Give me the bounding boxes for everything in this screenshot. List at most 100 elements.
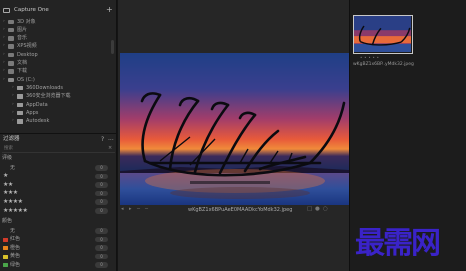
color-filter-row[interactable]: 无0 [0,227,117,235]
watermark-logo: 最需网 [355,226,441,261]
expand-arrow-icon[interactable]: › [3,36,5,41]
prev-icon[interactable]: ◂ [121,207,124,212]
color-filter-row[interactable]: 橙色 0 [0,244,117,252]
folder-icon [17,119,23,124]
folder-tree-item[interactable]: › Autodesk [0,118,110,126]
filter-count-badge: 0 [95,228,108,234]
expand-arrow-icon[interactable]: › [12,102,14,108]
folder-tree-item[interactable]: › 360Downloads [0,84,110,92]
folder-tree-item[interactable]: › 下载 [0,68,110,76]
folder-tree-item[interactable]: › Desktop [0,51,110,59]
filter-count-badge: 0 [95,236,108,243]
clear-search-icon[interactable]: × [108,146,112,151]
left-panel: Capture One + › 3D 对象 › 图片 › 音乐 › XPS视频 › Desktop… [0,0,117,271]
rating-filter-row[interactable]: ★★★★★ 0 [0,207,117,215]
filter-count-badge: 0 [95,182,108,188]
folder-tree-label: XPS视频 [17,43,37,50]
rating-filter-row[interactable]: 无0 [0,164,117,172]
library-scrollbar[interactable] [111,40,114,54]
rating-section-label: 评级 [2,155,13,161]
folder-tree-label: Desktop [17,51,38,58]
folder-tree-label: 下载 [17,68,28,75]
color-filter-label: 无 [10,227,16,234]
rating-filter-row[interactable]: ★★★ 0 [0,190,117,198]
folder-tree-label: 图片 [17,26,28,33]
expand-arrow-icon[interactable]: › [12,94,14,99]
folder-tree-label: Autodesk [26,118,50,125]
filter-header: 过滤器 ? ... [0,135,117,144]
folder-tree-item[interactable]: › AppData [0,101,110,109]
folder-tree-item[interactable]: › 音乐 [0,35,110,43]
next-icon[interactable]: ▸ [129,207,132,212]
frame-icon[interactable]: □ [307,206,312,213]
color-filter-label: 黄色 [10,253,21,260]
folder-tree-item[interactable]: › 360安全浏览器下载 [0,93,110,101]
filter-count-badge: 0 [95,199,108,205]
folder-tree-item[interactable]: › 文档 [0,60,110,68]
thumbnail-filename: wKgBZ1x6BP..yMdk32.jpeg [353,62,414,67]
filter-count-badge: 0 [95,165,108,171]
expand-arrow-icon[interactable]: › [12,110,14,116]
filter-count-badge: 0 [95,245,108,251]
document-icon [8,61,14,66]
star-rating-icon: ★ [3,172,8,180]
color-swatch-icon [3,254,8,259]
folder-tree-item[interactable]: › 3D 对象 [0,18,110,26]
color-section-label: 颜色 [2,218,13,224]
color-filter-row[interactable]: 黄色 0 [0,253,117,261]
expand-arrow-icon[interactable]: › [3,44,5,49]
folder-icon [17,110,23,116]
expand-arrow-icon[interactable]: › [3,69,5,74]
search-placeholder: 搜索 [4,146,13,151]
expand-arrow-icon[interactable]: › [3,19,5,25]
folder-tree-label: 360安全浏览器下载 [26,93,71,100]
circle-icon[interactable]: ○ [323,206,328,213]
help-button[interactable]: ? [101,136,104,143]
thumbnail-rating[interactable]: ••••• [360,56,381,60]
thumbnail[interactable] [353,15,413,54]
folder-tree-item[interactable]: › 图片 [0,26,110,34]
filter-search[interactable]: 搜索 × [2,146,115,153]
viewer-toolbar: ◂ ▸ ─ ─ wKgBZ1x6BPuAeE0MAADkcYoMdk32.jpe… [118,206,349,214]
star-rating-icon: ★★★★★ [3,206,28,214]
library-title: Capture One [14,7,49,13]
expand-arrow-icon[interactable]: › [3,77,5,83]
folder-tree-item[interactable]: › Apps [0,109,110,117]
folder-tree-item[interactable]: › XPS视频 [0,43,110,51]
cube-icon [8,19,14,24]
download-icon [8,69,14,74]
image-icon [8,27,14,33]
tool-icon[interactable]: ─ [137,207,140,212]
folder-tree-item[interactable]: › OS (C:) [0,76,110,84]
main-photo[interactable] [120,53,349,205]
filter-menu-button[interactable]: ... [108,135,114,142]
expand-arrow-icon[interactable]: › [3,27,5,33]
expand-arrow-icon[interactable]: › [12,119,14,124]
rating-filter-row[interactable]: ★★ 0 [0,181,117,189]
star-rating-icon: ★★★ [3,189,18,197]
library-header[interactable]: Capture One + [0,6,117,16]
rating-filter-row[interactable]: ★ 0 [0,173,117,181]
color-filter-row[interactable]: 红色 0 [0,236,117,244]
viewer-filename: wKgBZ1x6BPuAeE0MAADkcYoMdk32.jpeg [188,206,293,213]
folder-tree-label: 文档 [17,60,28,66]
color-filter-row[interactable]: 绿色 0 [0,261,117,269]
folder-icon [17,94,23,99]
folder-icon [17,85,23,91]
filter-title: 过滤器 [3,136,20,142]
video-icon [8,44,14,49]
dot-icon[interactable]: ● [315,206,320,213]
desktop-icon [8,52,14,58]
star-rating-icon: ★★★★ [3,197,23,205]
add-button[interactable]: + [106,6,113,14]
star-rating-icon: ★★ [3,180,13,188]
expand-arrow-icon[interactable]: › [12,85,14,91]
rating-filter-row[interactable]: ★★★★ 0 [0,198,117,206]
expand-arrow-icon[interactable]: › [3,60,5,66]
viewer: ◂ ▸ ─ ─ wKgBZ1x6BPuAeE0MAADkcYoMdk32.jpe… [118,0,349,271]
tool-icon[interactable]: ─ [145,207,148,212]
music-icon [8,36,14,41]
filter-count-badge: 0 [95,262,108,268]
expand-arrow-icon[interactable]: › [3,52,5,58]
folder-tree-label: 音乐 [17,35,28,42]
